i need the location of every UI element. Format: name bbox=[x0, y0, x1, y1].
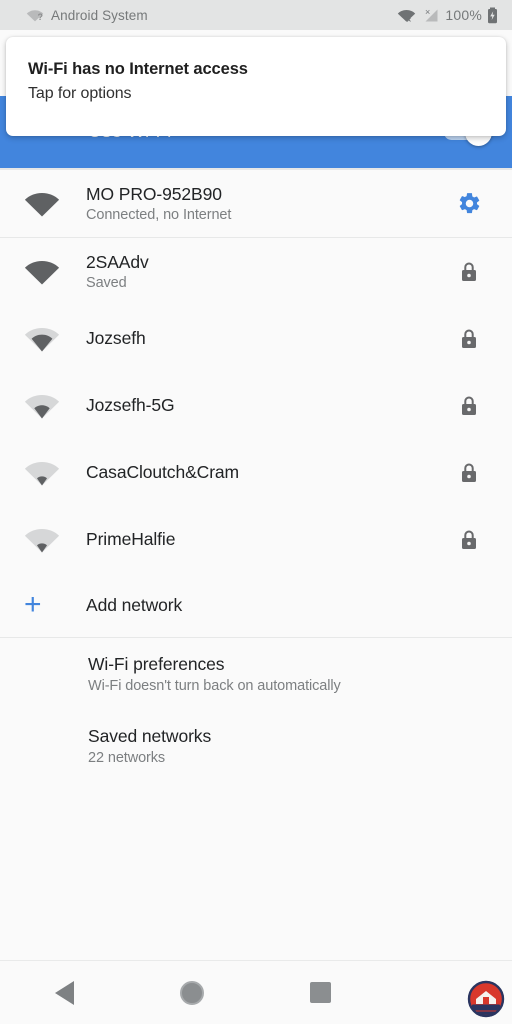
preference-text: Saved networks 22 networks bbox=[88, 726, 492, 766]
wifi-signal-icon bbox=[18, 526, 86, 553]
plus-icon: + bbox=[18, 590, 86, 620]
table-row[interactable]: CasaCloutch&Cram bbox=[0, 439, 512, 506]
wifi-network-list: MO PRO-952B90 Connected, no Internet 2SA… bbox=[0, 170, 512, 782]
table-row[interactable]: 2SAAdv Saved bbox=[0, 238, 512, 305]
status-bar-left: ? Android System bbox=[26, 8, 397, 23]
svg-text:×: × bbox=[425, 8, 430, 17]
network-status: Saved bbox=[86, 275, 446, 291]
network-ssid: Jozsefh-5G bbox=[86, 395, 446, 417]
network-ssid: CasaCloutch&Cram bbox=[86, 462, 446, 484]
recents-square-icon[interactable] bbox=[256, 961, 384, 1024]
preference-subtitle: 22 networks bbox=[88, 750, 492, 766]
wifi-signal-icon bbox=[18, 459, 86, 486]
svg-text:×: × bbox=[407, 15, 412, 23]
table-row[interactable]: Jozsefh-5G bbox=[0, 372, 512, 439]
lock-icon bbox=[446, 529, 492, 551]
network-ssid: 2SAAdv bbox=[86, 252, 446, 274]
preference-title: Wi-Fi preferences bbox=[88, 654, 492, 676]
add-network-label: Add network bbox=[86, 595, 492, 616]
battery-charging-icon bbox=[487, 7, 498, 24]
back-triangle-icon[interactable] bbox=[0, 961, 128, 1024]
wifi-signal-icon bbox=[18, 190, 86, 217]
status-bar-right: × × 100% bbox=[397, 7, 498, 24]
notification-card[interactable]: Wi-Fi has no Internet access Tap for opt… bbox=[6, 37, 506, 136]
lock-icon bbox=[446, 261, 492, 283]
site-badge-logo bbox=[464, 977, 508, 1021]
network-status: Connected, no Internet bbox=[86, 207, 446, 223]
cell-signal-x-icon: × bbox=[421, 8, 440, 23]
battery-percent-label: 100% bbox=[445, 7, 482, 23]
preference-subtitle: Wi-Fi doesn't turn back on automatically bbox=[88, 678, 492, 694]
network-ssid: PrimeHalfie bbox=[86, 529, 446, 551]
status-bar: ? Android System × × 100% bbox=[0, 0, 512, 30]
status-bar-app-label: Android System bbox=[51, 8, 148, 23]
wifi-signal-icon bbox=[18, 258, 86, 285]
preference-title: Saved networks bbox=[88, 726, 492, 748]
android-wifi-settings-screen: ? Android System × × 100% bbox=[0, 0, 512, 1024]
network-ssid: Jozsefh bbox=[86, 328, 446, 350]
network-text: Jozsefh bbox=[86, 328, 446, 350]
wifi-preferences-row[interactable]: Wi-Fi preferences Wi-Fi doesn't turn bac… bbox=[0, 638, 512, 710]
gear-icon[interactable] bbox=[446, 191, 492, 216]
table-row[interactable]: PrimeHalfie bbox=[0, 506, 512, 573]
notification-subtitle: Tap for options bbox=[28, 85, 484, 103]
network-text: MO PRO-952B90 Connected, no Internet bbox=[86, 184, 446, 224]
lock-icon bbox=[446, 395, 492, 417]
add-network-row[interactable]: + Add network bbox=[0, 573, 512, 637]
svg-text:?: ? bbox=[38, 12, 44, 22]
table-row[interactable]: Jozsefh bbox=[0, 305, 512, 372]
navigation-bar bbox=[0, 960, 512, 1024]
network-ssid: MO PRO-952B90 bbox=[86, 184, 446, 206]
lock-icon bbox=[446, 462, 492, 484]
wifi-signal-icon bbox=[18, 392, 86, 419]
home-circle-icon[interactable] bbox=[128, 961, 256, 1024]
network-text: CasaCloutch&Cram bbox=[86, 462, 446, 484]
table-row[interactable]: MO PRO-952B90 Connected, no Internet bbox=[0, 170, 512, 237]
wifi-signal-icon bbox=[18, 325, 86, 352]
network-text: 2SAAdv Saved bbox=[86, 252, 446, 292]
add-network-text: Add network bbox=[86, 595, 492, 616]
lock-icon bbox=[446, 328, 492, 350]
preference-text: Wi-Fi preferences Wi-Fi doesn't turn bac… bbox=[88, 654, 492, 694]
network-text: PrimeHalfie bbox=[86, 529, 446, 551]
notification-title: Wi-Fi has no Internet access bbox=[28, 59, 484, 80]
saved-networks-row[interactable]: Saved networks 22 networks bbox=[0, 710, 512, 782]
wifi-no-internet-icon: × bbox=[397, 8, 416, 23]
wifi-question-icon: ? bbox=[26, 8, 44, 22]
network-text: Jozsefh-5G bbox=[86, 395, 446, 417]
